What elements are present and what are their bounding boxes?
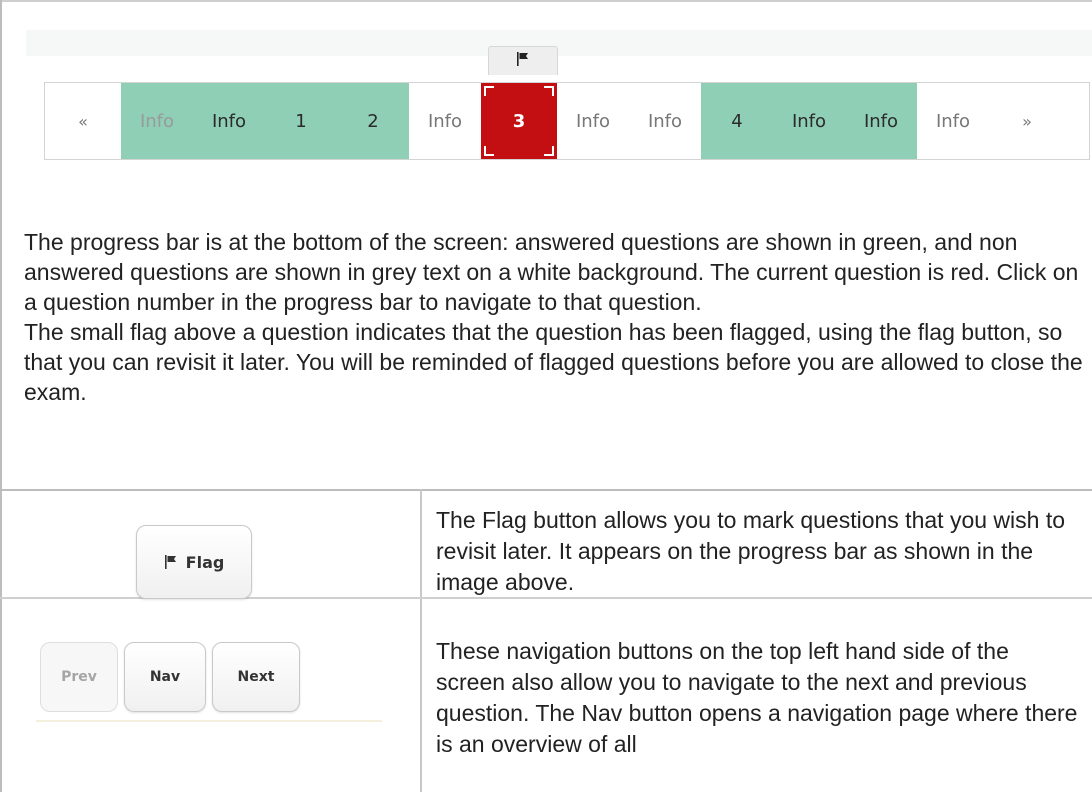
progress-cell[interactable]: Info: [845, 83, 917, 159]
progress-last-button[interactable]: »: [989, 83, 1065, 159]
progress-cell-current[interactable]: 3: [481, 83, 557, 159]
progress-cell[interactable]: Info: [917, 83, 989, 159]
nav-buttons-description: These navigation buttons on the top left…: [436, 638, 1078, 757]
progress-cell[interactable]: Info: [193, 83, 265, 159]
progress-cell[interactable]: Info: [409, 83, 481, 159]
prev-button[interactable]: Prev: [40, 642, 118, 712]
focus-corner: [544, 146, 554, 156]
page-border-left: [0, 0, 2, 792]
progress-bar: «Info Info 1 2 Info 3 Info Info 4 Info Info Info»: [44, 82, 1090, 160]
progress-bar-screenshot: «Info Info 1 2 Info 3 Info Info 4 Info Info Info»: [26, 30, 1092, 170]
progress-cell[interactable]: 4: [701, 83, 773, 159]
next-button-label: Next: [237, 669, 275, 685]
progress-cell[interactable]: Info: [773, 83, 845, 159]
progress-cell[interactable]: Info: [121, 83, 193, 159]
table-top-border: [0, 489, 1092, 491]
flag-button-description: The Flag button allows you to mark quest…: [436, 507, 1065, 595]
progress-cell[interactable]: Info: [557, 83, 629, 159]
flag-button[interactable]: Flag: [136, 525, 252, 599]
screenshot-header-band: [26, 30, 1092, 56]
focus-corner: [484, 86, 494, 96]
table-column-divider: [420, 489, 422, 792]
focus-corner: [544, 86, 554, 96]
next-button[interactable]: Next: [212, 642, 300, 712]
buttons-baseline: [36, 720, 382, 722]
description-text: The progress bar is at the bottom of the…: [24, 227, 1084, 407]
nav-button-label: Nav: [149, 669, 181, 685]
progress-cell[interactable]: Info: [629, 83, 701, 159]
flag-icon: [164, 554, 178, 570]
help-page: «Info Info 1 2 Info 3 Info Info 4 Info Info Info» T…: [0, 0, 1092, 792]
description-paragraph-1: The progress bar is at the bottom of the…: [24, 229, 1079, 315]
prev-button-label: Prev: [61, 669, 97, 685]
progress-cell[interactable]: 2: [337, 83, 409, 159]
nav-button[interactable]: Nav: [124, 642, 206, 712]
description-paragraph-2: The small flag above a question indicate…: [24, 319, 1083, 405]
flag-button-label: Flag: [185, 552, 225, 572]
progress-first-button[interactable]: «: [45, 83, 121, 159]
progress-cell[interactable]: 1: [265, 83, 337, 159]
focus-corner: [484, 146, 494, 156]
flag-icon: [516, 51, 530, 71]
page-border-top: [0, 0, 1092, 2]
flag-marker: [488, 46, 558, 75]
